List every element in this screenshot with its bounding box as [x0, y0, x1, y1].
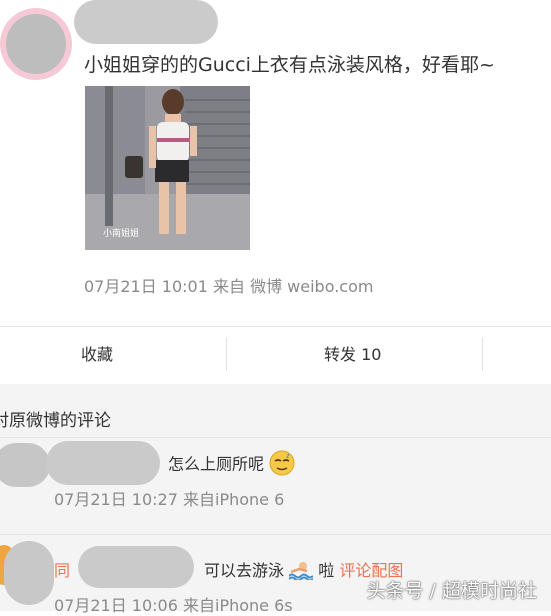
comment-username-blurred[interactable] [78, 546, 194, 588]
watermark: 头条号 / 超模时尚社 [366, 580, 537, 602]
comment-body: 可以去游泳 [204, 561, 285, 580]
action-separator [482, 337, 483, 371]
comments-section-title: 对原微博的评论 [0, 411, 111, 431]
comment-body: 怎么上厕所呢 [168, 454, 265, 474]
post-text: 小姐姐穿的的Gucci上衣有点泳装风格，好看耶~ [84, 54, 495, 76]
svg-text:z: z [286, 452, 290, 460]
divider [0, 534, 551, 535]
comment-text: 怎么上厕所呢 z [168, 450, 295, 480]
comment-avatar-blurred[interactable] [4, 541, 54, 605]
favorite-button[interactable]: 收藏 [81, 341, 113, 365]
post-photo[interactable]: 小南姐姐 [85, 86, 250, 250]
comment-body-suffix: 啦 [318, 561, 335, 580]
comment-avatar-blurred[interactable] [0, 443, 50, 487]
sleepy-face-icon: z [269, 450, 295, 480]
username-blurred[interactable] [74, 0, 218, 44]
action-bar: 收藏 转发 10 [0, 327, 551, 383]
comment-timestamp-source: 07月21日 10:06 来自iPhone 6s [54, 596, 293, 615]
comment-prefix: 同 [54, 561, 71, 580]
divider [0, 437, 551, 438]
repost-button[interactable]: 转发 10 [324, 341, 381, 365]
action-separator [226, 337, 227, 371]
comment-username-blurred[interactable] [46, 441, 160, 485]
comment-timestamp-source: 07月21日 10:27 来自iPhone 6 [54, 490, 285, 509]
swimmer-icon [288, 560, 314, 584]
photo-watermark: 小南姐姐 [103, 229, 140, 239]
post-timestamp-source: 07月21日 10:01 来自 微博 weibo.com [84, 277, 374, 296]
avatar[interactable] [0, 8, 72, 80]
